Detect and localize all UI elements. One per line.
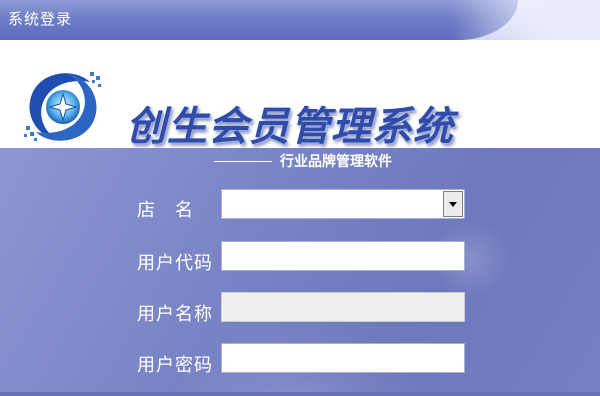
password-input[interactable] xyxy=(221,343,465,373)
store-select[interactable] xyxy=(221,189,465,219)
sparkle-swirl-logo-icon xyxy=(24,72,101,141)
header-band: 创生会员管理系统 xyxy=(0,40,600,150)
brand-name: 创生会员管理系统 xyxy=(126,104,454,150)
bottom-border xyxy=(0,392,600,396)
store-label: 店 名 xyxy=(137,200,194,221)
user-code-input[interactable] xyxy=(221,241,465,271)
user-name-input xyxy=(221,292,465,322)
chevron-down-icon[interactable] xyxy=(443,191,463,217)
title-tab: 系统登录 xyxy=(0,0,518,40)
password-label: 用户密码 xyxy=(137,355,213,376)
slogan-dash-line xyxy=(214,161,272,162)
title-bar: 系统登录 xyxy=(0,0,600,40)
slogan: 行业品牌管理软件 xyxy=(280,154,392,170)
user-code-label: 用户代码 xyxy=(137,253,213,274)
user-name-label: 用户名称 xyxy=(137,304,213,325)
window-title: 系统登录 xyxy=(8,10,73,28)
